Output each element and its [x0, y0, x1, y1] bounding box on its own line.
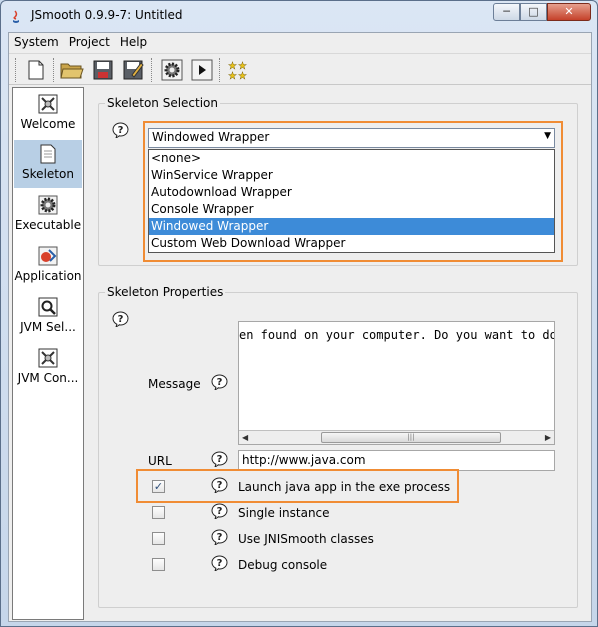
jnismooth-checkbox[interactable] [152, 532, 165, 545]
message-label: Message [148, 377, 201, 391]
open-folder-icon [60, 63, 84, 79]
message-text: en found on your computer. Do you want t… [239, 328, 555, 342]
toolbar-separator [219, 58, 220, 82]
menu-system[interactable]: System [9, 33, 64, 53]
run-button[interactable] [189, 58, 215, 84]
svg-text:?: ? [217, 532, 223, 543]
svg-text:?: ? [217, 506, 223, 517]
nav-label-welcome: Welcome [20, 117, 76, 131]
help-icon[interactable]: ? [211, 529, 228, 545]
jnismooth-label: Use JNISmooth classes [238, 532, 374, 546]
application-icon [38, 246, 58, 266]
save-as-icon [123, 60, 144, 80]
nav-label-jvm-configuration: JVM Con... [17, 371, 79, 385]
about-button[interactable]: ★ ★ ★ ★ [227, 58, 253, 84]
launch-in-exe-checkbox[interactable]: ✓ [152, 480, 165, 493]
menu-help[interactable]: Help [115, 33, 152, 53]
toolbar-separator [15, 58, 16, 82]
debug-console-label: Debug console [238, 558, 328, 572]
single-instance-label: Single instance [238, 506, 330, 520]
nav-item-jvm-configuration[interactable]: JVM Con... [14, 344, 82, 392]
help-icon[interactable]: ? [211, 477, 228, 493]
nav-item-skeleton[interactable]: Skeleton [14, 140, 82, 188]
toolbar: ★ ★ ★ ★ [9, 53, 591, 85]
nav-item-executable[interactable]: Executable [14, 191, 82, 239]
debug-console-checkbox[interactable] [152, 558, 165, 571]
nav-label-executable: Executable [14, 218, 82, 232]
toolbar-separator [151, 58, 152, 82]
nav-label-jvm-selection: JVM Sel... [20, 320, 76, 334]
java-app-icon [9, 9, 23, 25]
dropdown-option[interactable]: Autodownload Wrapper [149, 184, 554, 201]
toolbar-separator [53, 58, 54, 82]
menu-project[interactable]: Project [64, 33, 115, 53]
dropdown-option[interactable]: Console Wrapper [149, 201, 554, 218]
message-textarea[interactable]: en found on your computer. Do you want t… [238, 321, 555, 445]
minimize-button[interactable]: ─ [493, 3, 520, 21]
nav-item-welcome[interactable]: Welcome [14, 90, 82, 138]
nav-label-skeleton: Skeleton [22, 167, 74, 181]
run-icon [191, 59, 213, 81]
svg-text:?: ? [217, 558, 223, 569]
url-field[interactable]: http://www.java.com [238, 450, 555, 471]
nav-item-jvm-selection[interactable]: JVM Sel... [14, 293, 82, 341]
jvm-config-icon [38, 348, 58, 368]
executable-icon [38, 195, 58, 215]
svg-text:?: ? [217, 377, 223, 388]
dropdown-option[interactable]: Custom Web Download Wrapper [149, 235, 554, 252]
nav-item-application[interactable]: Application [14, 242, 82, 290]
skeleton-selection-title: Skeleton Selection [105, 96, 221, 110]
scroll-thumb[interactable]: ||| [321, 432, 501, 443]
save-as-button[interactable] [120, 58, 146, 84]
help-icon[interactable]: ? [211, 374, 228, 390]
help-icon[interactable]: ? [112, 122, 129, 138]
client-area: System Project Help ★ ★ ★ ★ Welcome Skel… [8, 32, 592, 622]
menu-bar: System Project Help [9, 33, 591, 53]
new-button[interactable] [23, 58, 49, 84]
horizontal-scrollbar[interactable]: ◀ ||| ▶ [239, 430, 554, 444]
title-bar[interactable]: JSmooth 0.9.9-7: Untitled ─ □ ✕ [1, 1, 597, 31]
app-window: JSmooth 0.9.9-7: Untitled ─ □ ✕ System P… [0, 0, 598, 627]
svg-text:★: ★ [238, 71, 247, 81]
svg-text:?: ? [217, 480, 223, 491]
svg-text:?: ? [118, 314, 124, 325]
scroll-left-icon[interactable]: ◀ [242, 433, 248, 442]
help-icon[interactable]: ? [211, 451, 228, 467]
maximize-button[interactable]: □ [520, 3, 547, 21]
close-button[interactable]: ✕ [547, 3, 591, 21]
compile-button[interactable] [159, 58, 185, 84]
svg-text:★: ★ [228, 71, 237, 81]
help-icon[interactable]: ? [211, 555, 228, 571]
launch-in-exe-label: Launch java app in the exe process [238, 480, 451, 494]
left-navigation: Welcome Skeleton Executable Application … [12, 87, 84, 620]
help-icon[interactable]: ? [211, 503, 228, 519]
help-icon[interactable]: ? [112, 311, 129, 327]
new-file-icon [28, 60, 44, 80]
url-label: URL [148, 454, 172, 468]
skeleton-icon [40, 144, 56, 164]
skeleton-combo[interactable]: Windowed Wrapper ▼ [148, 128, 555, 148]
dropdown-option-selected[interactable]: Windowed Wrapper [149, 218, 554, 235]
scroll-right-icon[interactable]: ▶ [545, 433, 551, 442]
dropdown-option[interactable]: WinService Wrapper [149, 167, 554, 184]
skeleton-combo-value: Windowed Wrapper [152, 130, 270, 144]
window-title: JSmooth 0.9.9-7: Untitled [31, 8, 183, 22]
compile-gear-icon [161, 59, 183, 81]
single-instance-checkbox[interactable] [152, 506, 165, 519]
about-stars-icon: ★ ★★ ★ [228, 61, 247, 81]
chevron-down-icon[interactable]: ▼ [544, 131, 551, 141]
svg-text:?: ? [118, 125, 124, 136]
dropdown-option[interactable]: <none> [149, 150, 554, 167]
save-icon [93, 60, 113, 80]
save-button[interactable] [90, 58, 116, 84]
welcome-icon [38, 94, 58, 114]
nav-label-application: Application [14, 269, 82, 283]
open-button[interactable] [60, 58, 86, 84]
svg-text:?: ? [217, 454, 223, 465]
jvm-selection-icon [38, 297, 58, 317]
skeleton-properties-title: Skeleton Properties [105, 285, 226, 299]
skeleton-dropdown-list: <none> WinService Wrapper Autodownload W… [148, 149, 555, 253]
